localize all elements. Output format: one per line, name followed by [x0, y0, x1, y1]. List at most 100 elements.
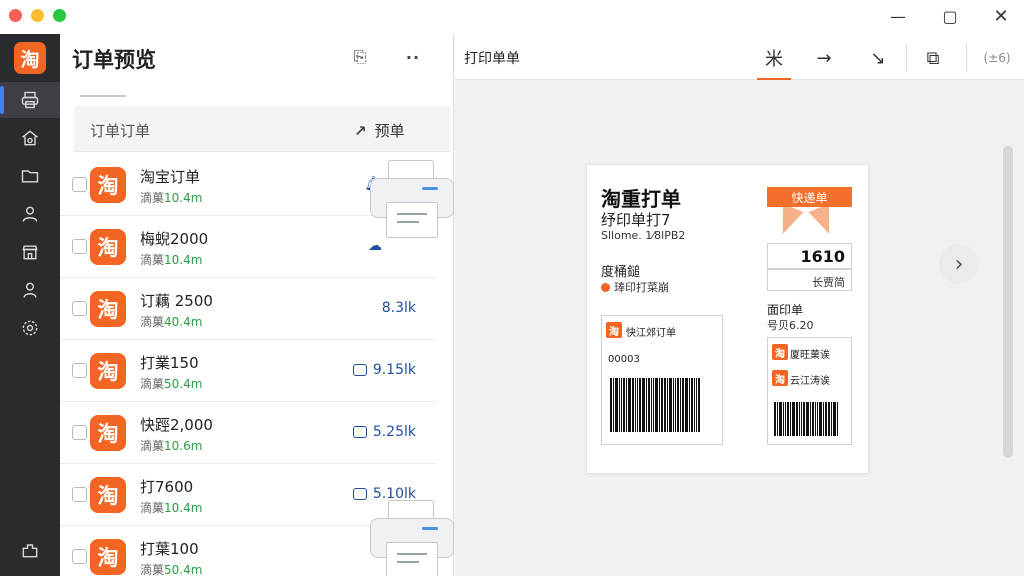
row-checkbox[interactable]	[72, 425, 87, 440]
card-meta: Sllome. 1⁄8lPB2	[601, 229, 686, 242]
zoom-level[interactable]: (±6)	[975, 42, 1019, 74]
barcode-bar	[777, 402, 778, 436]
minimize-button[interactable]: —	[884, 4, 912, 28]
sidebar-item-users[interactable]	[0, 196, 60, 232]
barcode-bar	[685, 378, 688, 432]
barcode-bar	[790, 402, 791, 436]
sidebar-item-home[interactable]	[0, 120, 60, 156]
barcode-bar	[833, 402, 836, 436]
barcode-bar	[696, 378, 697, 432]
toolbar-divider	[966, 44, 967, 72]
slip-title: 快江郊订单	[626, 328, 676, 339]
row-checkbox[interactable]	[72, 177, 87, 192]
row-name: 快踁2,000	[140, 416, 213, 434]
card-label: 面印单	[767, 303, 804, 317]
person-icon	[23, 282, 37, 298]
folder-icon	[21, 170, 39, 183]
barcode-bar	[646, 378, 647, 432]
copy-tool-icon[interactable]: ⧉	[916, 42, 950, 74]
taobao-logo: 淘	[90, 415, 126, 451]
table-row[interactable]: 淘 打業150 滴菓50.4m 9.15lk	[60, 340, 436, 402]
preview-scrollbar[interactable]	[1003, 146, 1013, 458]
sidebar-item-files[interactable]	[0, 158, 60, 194]
list-header: 订单订单 ↗ 预单	[74, 106, 450, 152]
preview-sort-button[interactable]: ↗ 预单	[354, 120, 405, 141]
barcode-bar	[648, 378, 650, 432]
table-row[interactable]: 淘 快踁2,000 滴菓10.6m 5.25lk	[60, 402, 436, 464]
barcode-bar	[637, 378, 638, 432]
sidebar-item-plugins[interactable]	[0, 532, 60, 568]
row-checkbox[interactable]	[72, 549, 87, 564]
barcode-bar	[831, 402, 832, 436]
toolbar-divider	[906, 44, 907, 72]
taobao-logo: 淘	[606, 322, 622, 338]
row-value: 8.3lk	[381, 300, 416, 316]
row-value: ☁︎	[368, 238, 382, 254]
sidebar-item-print[interactable]	[0, 82, 60, 118]
barcode-bar	[799, 402, 800, 436]
barcode-bar	[615, 378, 618, 432]
printer-icon[interactable]	[370, 500, 454, 576]
barcode-bar	[677, 378, 679, 432]
barcode-bar	[613, 378, 614, 432]
sidebar-item-profile[interactable]	[0, 272, 60, 308]
redirect-tool-icon[interactable]: ↘	[861, 42, 895, 74]
row-sub: 滴菓10.4m	[140, 501, 203, 515]
settings-icon	[22, 320, 38, 336]
barcode-bar	[815, 402, 816, 436]
maximize-button[interactable]: ▢	[936, 4, 964, 28]
app-logo: 淘	[14, 42, 46, 74]
barcode-bar	[639, 378, 641, 432]
row-name: 淘宝订单	[140, 168, 201, 186]
shipping-label-card: 淘重打单 纾印单打7 Sllome. 1⁄8lPB2 快递单 1610 长贾简 …	[586, 164, 869, 474]
slip-code: 00003	[608, 354, 640, 365]
barcode-bar	[837, 402, 838, 436]
amount-box: 1610	[767, 243, 852, 269]
row-name: 打業150	[140, 354, 199, 372]
sidebar-item-store[interactable]	[0, 234, 60, 270]
barcode-bar	[675, 378, 676, 432]
barcode-bar	[812, 402, 814, 436]
barcode-bar	[787, 402, 789, 436]
more-icon[interactable]: ··	[400, 44, 426, 70]
taobao-logo: 淘	[772, 370, 788, 386]
taobao-logo: 淘	[90, 477, 126, 513]
barcode-bar	[661, 378, 663, 432]
sparkle-tool-icon[interactable]: 米	[757, 42, 791, 80]
table-row[interactable]: 淘 订藕 2500 滴菓40.4m 8.3lk	[60, 278, 436, 340]
card-title: 淘重打单	[601, 187, 681, 211]
barcode-bar	[632, 378, 634, 432]
close-button[interactable]: ✕	[987, 4, 1015, 28]
zoom-window-dot[interactable]	[53, 9, 66, 22]
barcode-bar	[698, 378, 700, 432]
row-checkbox[interactable]	[72, 301, 87, 316]
row-sub: 滴菓10.6m	[140, 439, 203, 453]
printer-icon	[21, 91, 39, 109]
sidebar-item-settings[interactable]	[0, 310, 60, 346]
row-checkbox[interactable]	[72, 239, 87, 254]
barcode-bar	[667, 378, 668, 432]
box-icon	[352, 364, 367, 376]
next-page-button[interactable]: ›	[939, 244, 979, 284]
barcode-bar	[785, 402, 786, 436]
row-checkbox[interactable]	[72, 363, 87, 378]
close-window-dot[interactable]	[9, 9, 22, 22]
share-icon[interactable]: ⎘	[347, 44, 373, 70]
barcode-bar	[669, 378, 672, 432]
row-checkbox[interactable]	[72, 487, 87, 502]
barcode-bar	[825, 402, 827, 436]
user-icon	[22, 206, 38, 222]
shipping-slip: 淘 快江郊订单 00003	[601, 315, 723, 445]
slip-line: 云江涛诶	[790, 376, 830, 387]
row-name: 打葉100	[140, 540, 199, 558]
store-icon	[22, 245, 38, 260]
cloud-icon: ☁︎	[368, 238, 382, 254]
forward-tool-icon[interactable]: →	[807, 42, 841, 74]
ribbon-tail	[808, 203, 840, 239]
row-name: 打7600	[140, 478, 194, 496]
minimize-window-dot[interactable]	[31, 9, 44, 22]
box-icon	[352, 488, 367, 500]
barcode-bar	[810, 402, 811, 436]
barcode-bar	[817, 402, 818, 436]
printer-icon[interactable]	[370, 160, 454, 240]
